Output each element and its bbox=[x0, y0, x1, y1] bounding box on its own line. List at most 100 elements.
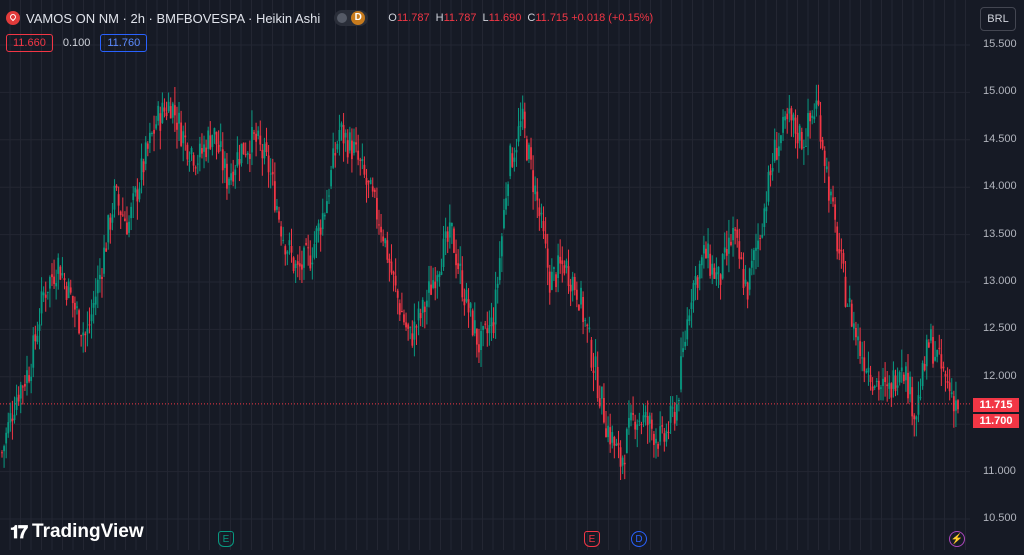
candle-body bbox=[532, 170, 535, 193]
candle-body bbox=[596, 366, 599, 399]
candle-body bbox=[759, 237, 762, 239]
chart-area[interactable] bbox=[0, 0, 1024, 550]
candle-body bbox=[182, 131, 185, 144]
candle-body bbox=[528, 144, 530, 160]
candle-body bbox=[786, 113, 789, 120]
candle-body bbox=[771, 168, 774, 172]
candle-body bbox=[388, 258, 391, 263]
candle-body bbox=[215, 131, 218, 145]
candle-body bbox=[257, 130, 260, 136]
candle-body bbox=[65, 286, 68, 300]
candle-body bbox=[932, 337, 934, 364]
price-chart[interactable] bbox=[0, 0, 1024, 550]
candle-body bbox=[723, 247, 726, 253]
candle-body bbox=[496, 283, 499, 288]
candle-body bbox=[307, 247, 310, 249]
candle-body bbox=[32, 335, 35, 368]
candle-body bbox=[130, 206, 133, 219]
candle-body bbox=[217, 144, 220, 152]
candle-body bbox=[144, 142, 147, 164]
candle-body bbox=[136, 189, 139, 202]
candle-body bbox=[380, 226, 382, 233]
candle-body bbox=[198, 143, 201, 158]
candle-body bbox=[88, 324, 91, 326]
candle-body bbox=[448, 222, 451, 238]
candle-body bbox=[575, 289, 578, 300]
candle-body bbox=[121, 214, 124, 216]
candle-body bbox=[586, 324, 589, 327]
candle-body bbox=[201, 148, 203, 154]
tradingview-logo-icon: 𝟏𝟕 bbox=[10, 521, 28, 542]
candle-body bbox=[288, 240, 291, 246]
candle-body bbox=[28, 375, 30, 382]
candle-body bbox=[542, 221, 545, 232]
delayed-data-badge[interactable]: D bbox=[351, 11, 366, 25]
candle-body bbox=[340, 123, 343, 127]
candle-body bbox=[594, 356, 597, 367]
candle-body bbox=[271, 171, 274, 175]
candle-body bbox=[713, 267, 716, 279]
candle-body bbox=[490, 317, 493, 327]
candle-body bbox=[450, 222, 453, 227]
earnings-event-icon[interactable]: E bbox=[584, 531, 600, 547]
candle-body bbox=[86, 328, 89, 334]
candle-body bbox=[486, 328, 489, 334]
candle-body bbox=[315, 228, 318, 243]
buy-button[interactable]: 11.760 bbox=[100, 34, 148, 52]
candle-body bbox=[398, 303, 401, 315]
candle-body bbox=[752, 250, 755, 261]
candle-body bbox=[176, 122, 178, 130]
candle-body bbox=[736, 229, 739, 238]
candle-body bbox=[407, 324, 410, 329]
candle-body bbox=[334, 153, 337, 156]
candle-body bbox=[59, 266, 62, 280]
candle-body bbox=[386, 240, 389, 260]
symbol-title[interactable]: VAMOS ON NM · 2h · BMFBOVESPA · Heikin A… bbox=[26, 11, 320, 26]
candle-body bbox=[251, 127, 253, 153]
candle-body bbox=[707, 243, 709, 259]
dividend-event-icon[interactable]: D bbox=[631, 531, 647, 547]
candle-body bbox=[915, 416, 918, 420]
candle-body bbox=[702, 245, 705, 254]
candle-body bbox=[248, 153, 251, 159]
candle-body bbox=[376, 197, 378, 220]
candle-body bbox=[646, 416, 649, 426]
candle-body bbox=[607, 425, 609, 438]
candle-body bbox=[30, 376, 33, 381]
candle-body bbox=[301, 264, 303, 270]
candle-body bbox=[3, 446, 5, 452]
split-event-icon[interactable]: ⚡ bbox=[949, 531, 965, 547]
sell-button[interactable]: 11.660 bbox=[6, 34, 53, 52]
candle-body bbox=[219, 141, 222, 148]
candle-body bbox=[211, 134, 214, 147]
candle-body bbox=[871, 386, 874, 391]
candle-body bbox=[53, 276, 55, 284]
candle-body bbox=[525, 139, 528, 161]
candle-body bbox=[165, 112, 168, 117]
candle-body bbox=[432, 280, 435, 288]
candle-body bbox=[619, 447, 622, 467]
candle-body bbox=[498, 258, 501, 281]
candle-body bbox=[488, 325, 491, 334]
candle-body bbox=[613, 437, 616, 446]
candle-body bbox=[465, 289, 468, 302]
candle-body bbox=[230, 173, 233, 181]
watermark-text: TradingView bbox=[32, 521, 144, 542]
candle-body bbox=[49, 277, 51, 289]
candle-body bbox=[296, 261, 299, 265]
candle-body bbox=[748, 268, 751, 290]
candle-body bbox=[119, 211, 122, 215]
symbol-logo-icon[interactable] bbox=[6, 11, 20, 25]
earnings-event-icon[interactable]: E bbox=[218, 531, 234, 547]
candle-body bbox=[936, 349, 939, 357]
candle-body bbox=[832, 197, 834, 202]
candle-body bbox=[663, 433, 666, 442]
candle-body bbox=[519, 121, 522, 128]
market-status-pill[interactable]: D bbox=[334, 10, 369, 26]
price-axis-label: 14.500 bbox=[983, 132, 1017, 145]
tradingview-watermark[interactable]: 𝟏𝟕 TradingView bbox=[10, 521, 144, 543]
currency-selector[interactable]: BRL bbox=[980, 7, 1016, 31]
candle-body bbox=[567, 266, 570, 286]
candle-body bbox=[727, 237, 730, 254]
candle-body bbox=[553, 267, 555, 269]
